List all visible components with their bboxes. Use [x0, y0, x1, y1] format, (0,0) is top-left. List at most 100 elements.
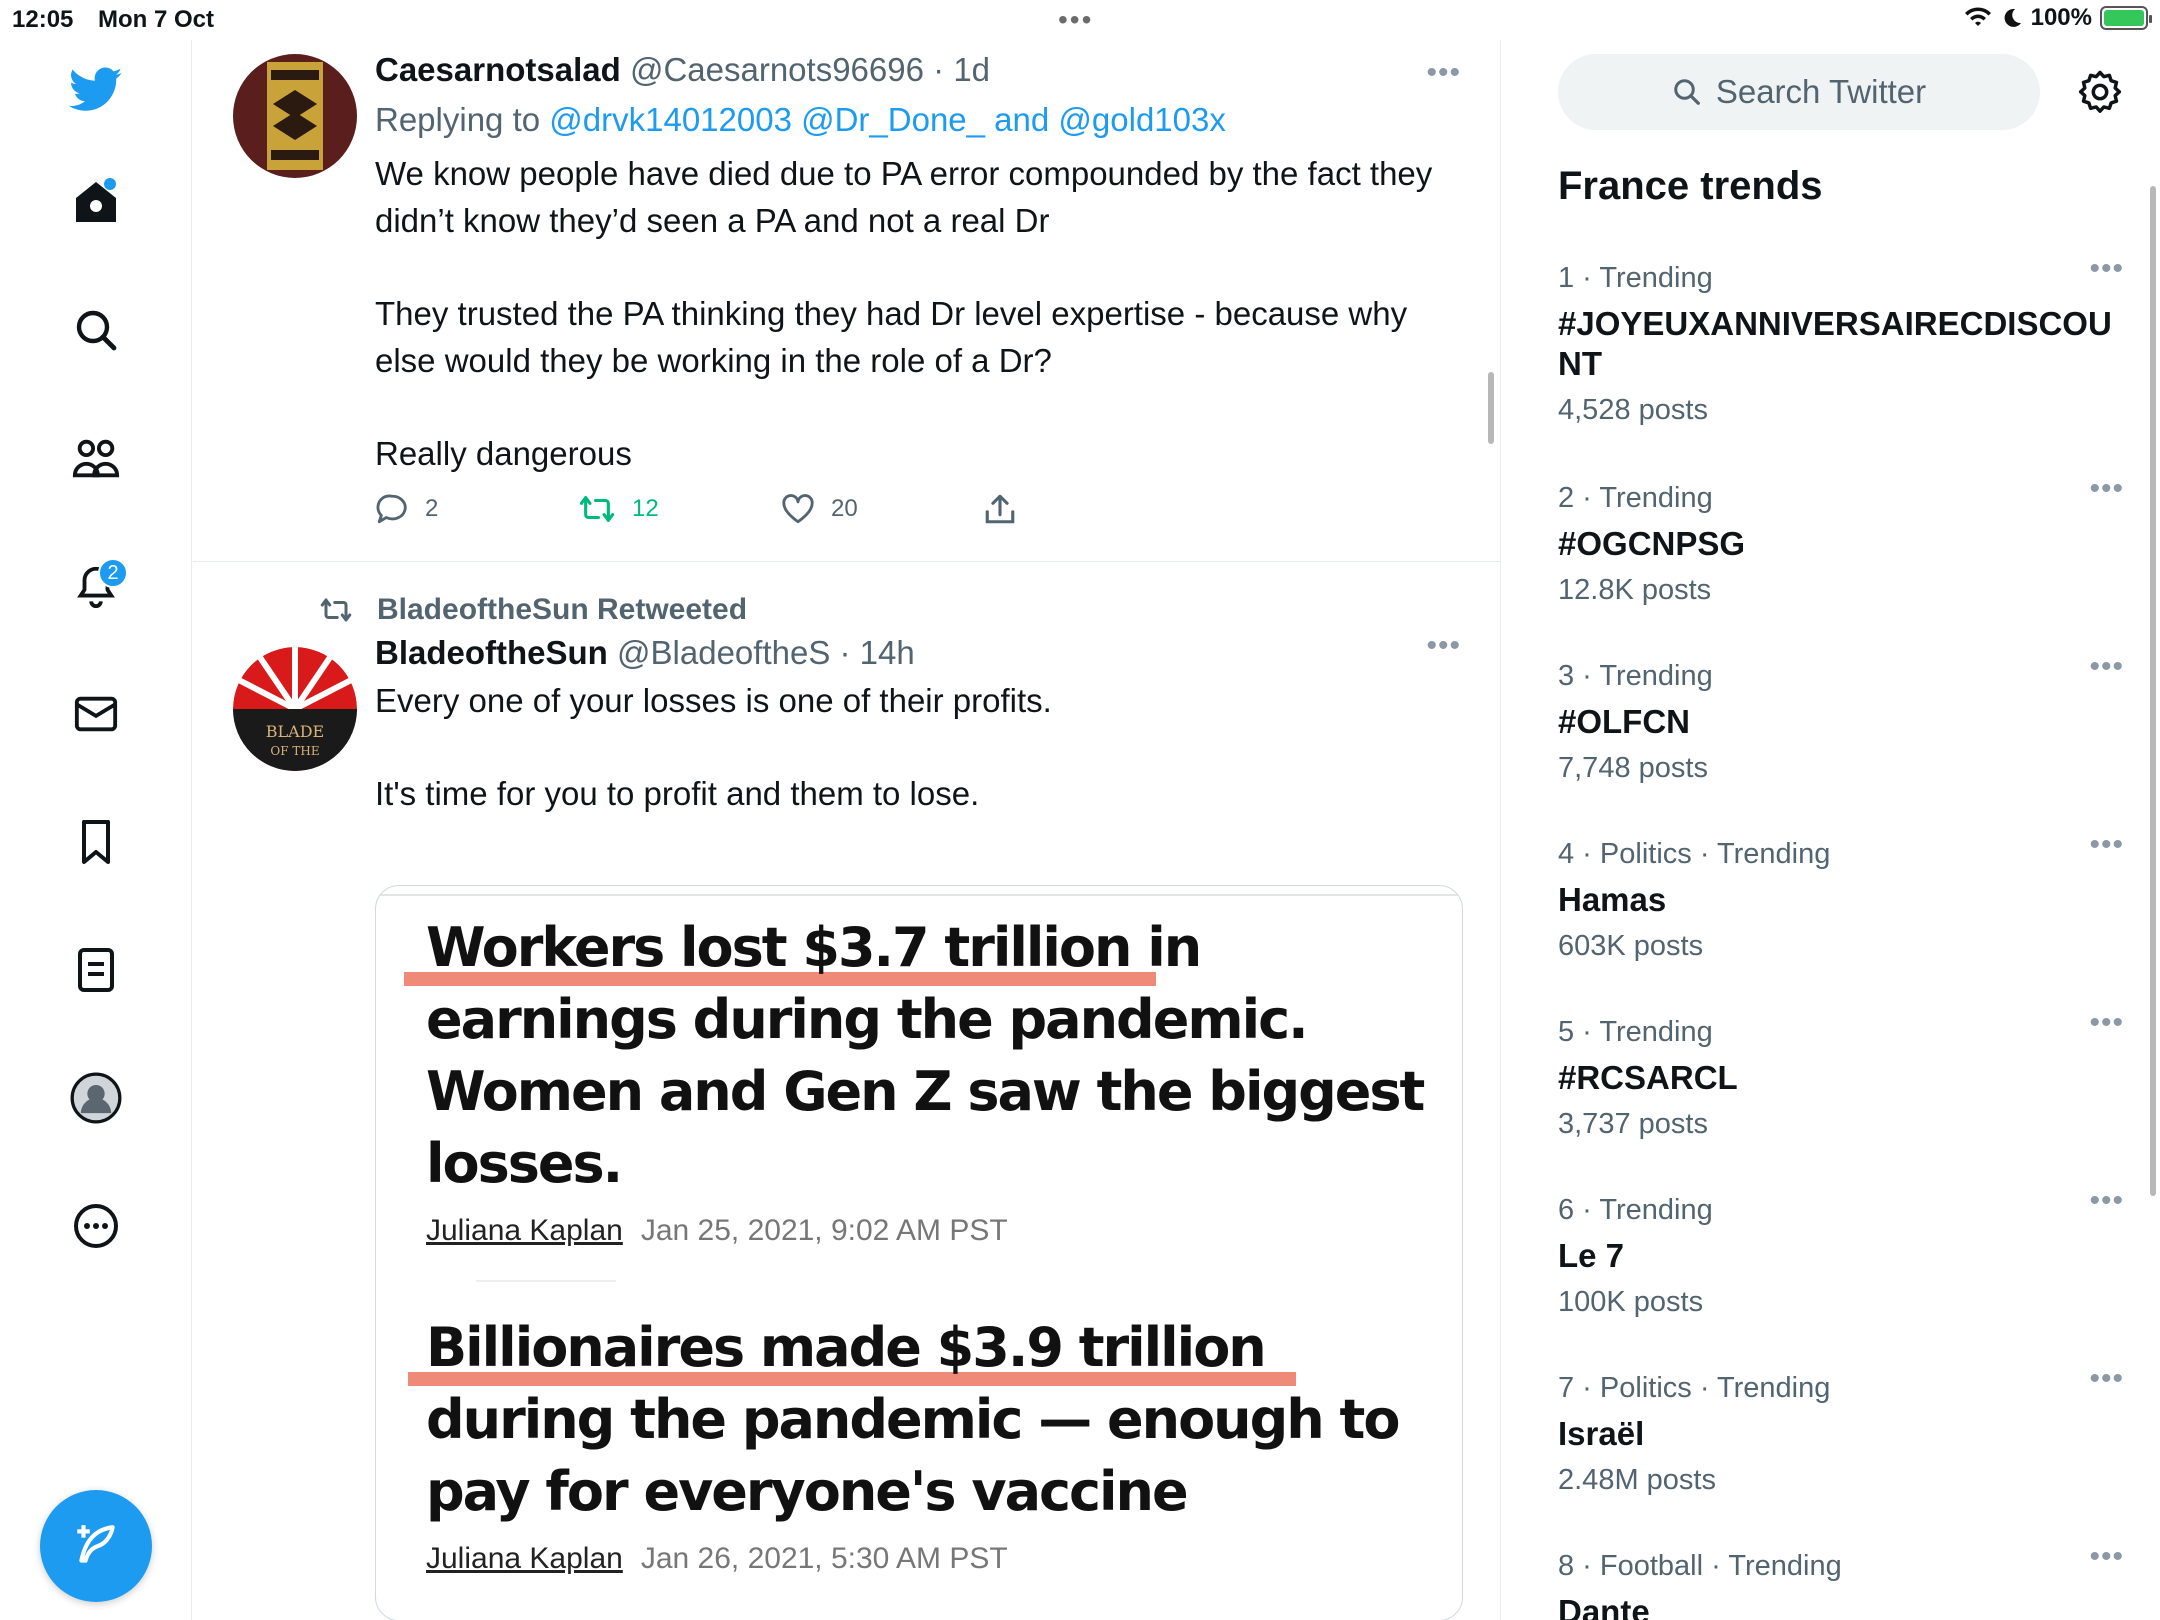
share-icon — [985, 494, 1015, 524]
trend-item[interactable]: 3 · Trending #OLFCN 7,748 posts ••• — [1558, 650, 2123, 788]
trend-count: 3,737 posts — [1558, 1108, 1708, 1140]
trend-count: 2.48M posts — [1558, 1464, 1716, 1496]
profile-avatar-icon[interactable] — [66, 1068, 126, 1128]
home-icon[interactable] — [66, 172, 126, 232]
battery-percent: 100% — [2030, 4, 2092, 31]
tweet-header: Caesarnotsalad @Caesarnots96696 · 1d — [375, 50, 1461, 90]
trend-name: Israël — [1558, 1415, 1645, 1452]
trend-name: #OLFCN — [1558, 703, 1690, 740]
retweet-button[interactable]: 12 — [578, 492, 781, 526]
multitasking-dots[interactable]: ••• — [1058, 4, 1093, 36]
retweeted-by[interactable]: BladeoftheSun Retweeted — [317, 593, 747, 627]
trend-count: 12.8K posts — [1558, 574, 1712, 606]
settings-gear-icon[interactable] — [2072, 64, 2128, 120]
tweet-paragraph: It's time for you to profit and them to … — [375, 775, 980, 812]
svg-text:OF THE: OF THE — [270, 744, 319, 758]
trend-meta: 5 · Trending — [1558, 1016, 1713, 1048]
trend-item[interactable]: 4 · Politics · Trending Hamas 603K posts… — [1558, 828, 2123, 966]
twitter-logo-icon[interactable] — [66, 60, 126, 120]
notifications-bell-icon[interactable]: 2 — [66, 556, 128, 616]
trends-title: France trends — [1558, 164, 1823, 208]
tweet[interactable]: Caesarnotsalad @Caesarnots96696 · 1d Rep… — [193, 40, 1500, 562]
trend-item[interactable]: 7 · Politics · Trending Israël 2.48M pos… — [1558, 1362, 2123, 1500]
reply-button[interactable]: 2 — [375, 492, 578, 526]
trend-name: #RCSARCL — [1558, 1059, 1738, 1096]
avatar[interactable] — [233, 54, 357, 178]
trend-more-button[interactable]: ••• — [2089, 1540, 2124, 1574]
trend-count: 4,528 posts — [1558, 394, 1708, 426]
trend-more-button[interactable]: ••• — [2089, 472, 2124, 506]
media-headline-2: Billionaires made $3.9 trillion during t… — [426, 1316, 1400, 1523]
tweet-time[interactable]: · 14h — [840, 634, 915, 671]
tweet-paragraph: They trusted the PA thinking they had Dr… — [375, 295, 1408, 379]
reply-icon — [376, 494, 407, 524]
communities-icon[interactable] — [66, 428, 126, 488]
compose-feather-icon — [77, 1525, 115, 1563]
trend-item[interactable]: 6 · Trending Le 7 100K posts ••• — [1558, 1184, 2123, 1322]
retweeted-by-label: BladeoftheSun Retweeted — [377, 593, 748, 626]
tweet-content: Caesarnotsalad @Caesarnots96696 · 1d Rep… — [375, 50, 1461, 477]
trend-meta: 4 · Politics · Trending — [1558, 838, 1831, 870]
trend-item[interactable]: 1 · Trending #JOYEUXANNIVERSAIRECDISCOUN… — [1558, 252, 2123, 430]
retweet-icon — [579, 496, 615, 522]
tweet-more-button[interactable]: ••• — [1426, 629, 1461, 663]
status-bar: 12:05 Mon 7 Oct ••• 100% — [0, 0, 2160, 40]
lists-icon[interactable] — [66, 940, 126, 1000]
trend-meta: 1 · Trending — [1558, 262, 1713, 294]
trend-item[interactable]: 2 · Trending #OGCNPSG 12.8K posts ••• — [1558, 472, 2123, 610]
svg-text:BLADE: BLADE — [266, 722, 324, 741]
sidebar-scrollbar[interactable] — [2150, 186, 2156, 1196]
trend-more-button[interactable]: ••• — [2089, 1006, 2124, 1040]
tweet-paragraph: Every one of your losses is one of their… — [375, 682, 1052, 719]
trend-more-button[interactable]: ••• — [2089, 252, 2124, 286]
timeline[interactable]: Caesarnotsalad @Caesarnots96696 · 1d Rep… — [193, 40, 1501, 1620]
avatar[interactable]: BLADE OF THE — [233, 647, 357, 771]
display-name[interactable]: Caesarnotsalad — [375, 51, 621, 88]
trend-name: Dante — [1558, 1593, 1650, 1620]
like-count: 20 — [831, 495, 858, 522]
home-unread-dot — [104, 178, 116, 190]
search-input[interactable]: Search Twitter — [1558, 54, 2040, 130]
media-author-2: Juliana Kaplan — [426, 1542, 623, 1575]
tweet[interactable]: BladeoftheSun Retweeted BLADE OF THE Bla… — [193, 563, 1500, 1620]
status-time: 12:05 — [12, 6, 74, 33]
retweet-count: 12 — [632, 495, 659, 522]
trend-more-button[interactable]: ••• — [2089, 1362, 2124, 1396]
tweet-text: Every one of your losses is one of their… — [375, 677, 1461, 817]
trend-item[interactable]: 8 · Football · Trending Dante ••• — [1558, 1540, 2123, 1620]
status-date: Mon 7 Oct — [98, 6, 215, 33]
timeline-scrollbar[interactable] — [1488, 372, 1494, 444]
bookmarks-icon[interactable] — [66, 812, 126, 872]
trend-name: #OGCNPSG — [1558, 525, 1746, 562]
trend-name: Le 7 — [1558, 1237, 1625, 1274]
media-byline-1: Juliana Kaplan Jan 25, 2021, 9:02 AM PST — [426, 1214, 1008, 1248]
trend-more-button[interactable]: ••• — [2089, 650, 2124, 684]
trend-meta: 6 · Trending — [1558, 1194, 1713, 1226]
more-options-icon[interactable] — [66, 1196, 126, 1256]
trend-count: 7,748 posts — [1558, 752, 1708, 784]
heart-icon — [782, 494, 814, 524]
like-button[interactable]: 20 — [781, 492, 984, 526]
replying-to-users[interactable]: @drvk14012003 @Dr_Done_ and @gold103x — [549, 101, 1226, 138]
user-handle[interactable]: @BladeoftheS — [617, 634, 830, 671]
share-button[interactable] — [984, 492, 1187, 526]
explore-search-icon[interactable] — [66, 300, 126, 360]
tweet-actions: 2 12 20 — [375, 492, 1187, 526]
compose-tweet-button[interactable] — [40, 1490, 152, 1602]
trend-meta: 3 · Trending — [1558, 660, 1713, 692]
tweet-more-button[interactable]: ••• — [1426, 56, 1461, 90]
user-handle[interactable]: @Caesarnots96696 — [630, 51, 924, 88]
trend-name: Hamas — [1558, 881, 1667, 918]
tweet-text: We know people have died due to PA error… — [375, 150, 1461, 477]
display-name[interactable]: BladeoftheSun — [375, 634, 608, 671]
trend-item[interactable]: 5 · Trending #RCSARCL 3,737 posts ••• — [1558, 1006, 2123, 1144]
trend-meta: 8 · Football · Trending — [1558, 1550, 1842, 1582]
trend-more-button[interactable]: ••• — [2089, 1184, 2124, 1218]
media-date-1: Jan 25, 2021, 9:02 AM PST — [640, 1214, 1008, 1247]
tweet-media-image[interactable]: Workers lost $3.7 trillion in earnings d… — [375, 885, 1463, 1620]
trend-more-button[interactable]: ••• — [2089, 828, 2124, 862]
tweet-time[interactable]: · 1d — [933, 51, 990, 88]
messages-envelope-icon[interactable] — [66, 684, 126, 744]
trend-count: 100K posts — [1558, 1286, 1704, 1318]
trend-count: 603K posts — [1558, 930, 1704, 962]
